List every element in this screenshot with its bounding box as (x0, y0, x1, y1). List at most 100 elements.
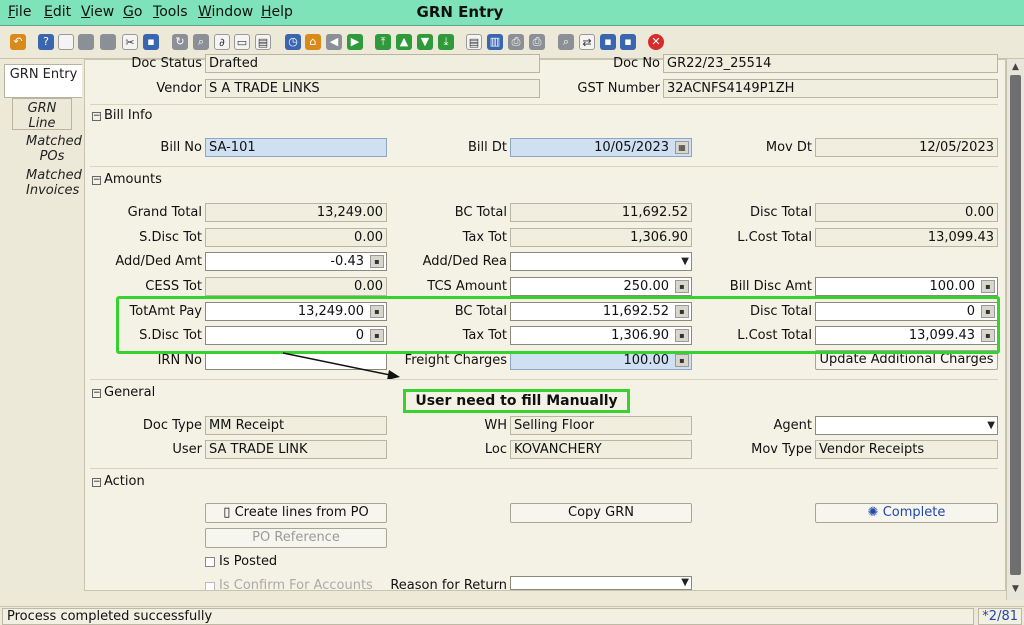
bill-dt-label: Bill Dt (468, 140, 507, 155)
action-section[interactable]: − Action (92, 474, 145, 489)
doc-status-label: Doc Status (131, 56, 202, 71)
print-preview-icon[interactable]: ⎙ (508, 34, 524, 50)
zoom-across-icon[interactable]: ⌕ (558, 34, 574, 50)
agent-label: Agent (773, 418, 812, 433)
scroll-thumb[interactable] (1010, 75, 1021, 575)
amounts-section[interactable]: − Amounts (92, 172, 162, 187)
left-tabs: GRN Entry GRN Line Matched POs Matched I… (0, 60, 84, 600)
doc-status-field: Drafted (205, 54, 540, 73)
tcs-amount-value: 250.00 (623, 279, 670, 294)
bill-dt-input[interactable]: 10/05/2023 ▦ (510, 138, 692, 157)
history-icon[interactable]: ◷ (285, 34, 301, 50)
lcost-total-field: 13,099.43 (815, 228, 998, 247)
add-ded-rea-label: Add/Ded Rea (422, 254, 507, 269)
sdisc-tot-field: 0.00 (205, 228, 387, 247)
amounts-title: Amounts (104, 172, 162, 187)
help-icon[interactable]: ? (38, 34, 54, 50)
status-message: Process completed successfully (2, 608, 974, 625)
chat-icon[interactable]: ▭ (234, 34, 250, 50)
vendor-field[interactable]: S A TRADE LINKS (205, 79, 540, 98)
product-info-icon[interactable]: ▪ (600, 34, 616, 50)
freight-charges-label: Freight Charges (404, 353, 507, 368)
bill-info-section[interactable]: − Bill Info (92, 108, 153, 123)
tab-grn-line[interactable]: GRN Line (12, 98, 72, 131)
back-icon[interactable]: ◀ (326, 34, 342, 50)
complete-button[interactable]: ✺ Complete (815, 503, 998, 523)
tab-matched-pos[interactable]: Matched POs (22, 132, 82, 164)
bill-dt-value: 10/05/2023 (594, 140, 669, 155)
grand-total-label: Grand Total (127, 205, 202, 220)
refresh-icon[interactable]: ↻ (172, 34, 188, 50)
bill-disc-amt-input[interactable]: 100.00 ▪ (815, 277, 998, 296)
copy-grn-button[interactable]: Copy GRN (510, 503, 692, 523)
chevron-down-icon[interactable]: ▼ (987, 417, 995, 434)
save-icon[interactable]: ▪ (143, 34, 159, 50)
grand-total-field: 13,249.00 (205, 203, 387, 222)
tax-tot-label: Tax Tot (462, 230, 507, 245)
calendar-icon[interactable]: ▦ (675, 141, 689, 154)
first-record-icon[interactable]: ⤒ (375, 34, 391, 50)
tab-matched-invoices[interactable]: Matched Invoices (22, 166, 82, 198)
multi-view-icon[interactable]: ▤ (255, 34, 271, 50)
home-icon[interactable]: ⌂ (305, 34, 321, 50)
process-icon[interactable]: ▪ (620, 34, 636, 50)
general-title: General (104, 385, 156, 400)
doc-type-field: MM Receipt (205, 416, 387, 435)
general-section[interactable]: − General (92, 385, 155, 400)
add-ded-amt-value: -0.43 (330, 254, 364, 269)
print-icon[interactable]: ⎙ (529, 34, 545, 50)
scroll-up-icon[interactable]: ▲ (1009, 61, 1022, 73)
lcost-total-label: L.Cost Total (737, 230, 812, 245)
calculator-icon[interactable]: ▪ (675, 280, 689, 293)
delete-record-icon[interactable] (100, 34, 116, 50)
last-record-icon[interactable]: ⤓ (438, 34, 454, 50)
record-counter[interactable]: *2/81 (978, 608, 1022, 625)
po-reference-button[interactable]: PO Reference (205, 528, 387, 548)
bc-total-label: BC Total (454, 205, 507, 220)
report-icon[interactable]: ▤ (466, 34, 482, 50)
calculator-icon[interactable]: ▪ (370, 255, 384, 268)
doc-no-field: GR22/23_25514 (663, 54, 998, 73)
close-window-icon[interactable]: ✕ (648, 34, 664, 50)
new-record-icon[interactable] (58, 34, 74, 50)
previous-record-icon[interactable]: ▲ (396, 34, 412, 50)
calculator-icon[interactable]: ▪ (675, 354, 689, 367)
bill-info-title: Bill Info (104, 108, 153, 123)
separator (90, 166, 998, 167)
archive-icon[interactable]: ▥ (487, 34, 503, 50)
gear-icon: ✺ (867, 505, 883, 520)
copy-record-icon[interactable] (78, 34, 94, 50)
separator (90, 468, 998, 469)
tax-tot-field: 1,306.90 (510, 228, 692, 247)
next-record-icon[interactable]: ▼ (417, 34, 433, 50)
chevron-down-icon[interactable]: ▼ (681, 577, 689, 589)
create-lines-from-po-button[interactable]: ▯ Create lines from PO (205, 503, 387, 523)
vertical-scrollbar[interactable]: ▲ ▼ (1006, 59, 1024, 600)
reason-for-return-select[interactable]: ▼ (510, 576, 692, 590)
add-ded-amt-label: Add/Ded Amt (115, 254, 202, 269)
attachment-icon[interactable]: ∂ (214, 34, 230, 50)
mov-dt-field: 12/05/2023 (815, 138, 998, 157)
add-ded-amt-input[interactable]: -0.43 ▪ (205, 252, 387, 271)
bill-no-input[interactable]: SA-101 (205, 138, 387, 157)
delete-selection-icon[interactable]: ✂ (122, 34, 138, 50)
chevron-down-icon[interactable]: ▼ (681, 253, 689, 270)
highlight-box (116, 296, 1000, 354)
tab-grn-entry[interactable]: GRN Entry (4, 64, 82, 98)
loc-label: Loc (484, 442, 507, 457)
is-posted-checkbox[interactable] (205, 557, 215, 567)
scroll-down-icon[interactable]: ▼ (1009, 583, 1022, 595)
calculator-icon[interactable]: ▪ (981, 280, 995, 293)
find-icon[interactable]: ⌕ (193, 34, 209, 50)
undo-icon[interactable]: ↶ (10, 34, 26, 50)
freight-charges-value: 100.00 (623, 353, 670, 368)
doc-no-label: Doc No (613, 56, 660, 71)
menu-bar: File Edit View Go Tools Window Help GRN … (0, 0, 1024, 26)
agent-select[interactable]: ▼ (815, 416, 998, 435)
tcs-amount-input[interactable]: 250.00 ▪ (510, 277, 692, 296)
disc-total-label: Disc Total (749, 205, 812, 220)
workflow-icon[interactable]: ⇄ (579, 34, 595, 50)
forward-icon[interactable]: ▶ (347, 34, 363, 50)
mov-type-field: Vendor Receipts (815, 440, 998, 459)
add-ded-rea-select[interactable]: ▼ (510, 252, 692, 271)
